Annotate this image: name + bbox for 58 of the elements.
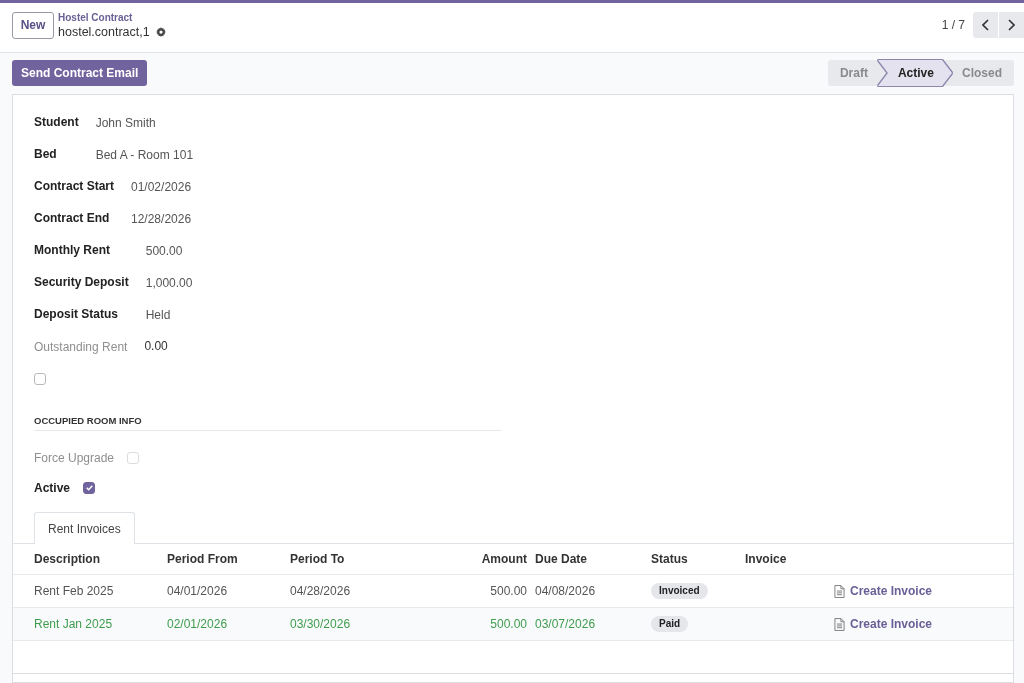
table-cell-text: Rent Jan 2025 xyxy=(34,617,114,631)
chevron-left-icon xyxy=(982,18,989,31)
field-label: Outstanding Rent xyxy=(34,340,128,354)
field-label: Bed xyxy=(34,146,58,161)
column-header[interactable]: Due Date xyxy=(527,552,651,566)
table-cell: 500.00 xyxy=(490,617,527,631)
field-label: Deposit Status xyxy=(34,306,119,321)
table-cell: 500.00 xyxy=(490,584,527,598)
field-label: Contract End xyxy=(34,210,111,225)
field-label: Contract Start xyxy=(34,178,114,193)
column-header[interactable]: Period From xyxy=(167,552,290,566)
gear-icon[interactable] xyxy=(155,27,166,37)
checkbox[interactable] xyxy=(83,482,96,494)
section-heading: OCCUPIED ROOM INFO xyxy=(34,415,501,431)
field-value[interactable]: John Smith xyxy=(95,116,194,130)
table-cell-text: 04/28/2026 xyxy=(290,584,352,598)
checkbox[interactable] xyxy=(34,373,46,385)
status-step[interactable]: Active xyxy=(877,60,952,86)
table-row[interactable]: Rent Jan 2025 02/01/2026 03/30/2026 500.00 03/07/2026 Paid Create Invoice xyxy=(13,608,1013,641)
column-header[interactable]: Invoice xyxy=(745,552,834,566)
field-label: Force Upgrade xyxy=(34,451,115,465)
table-cell-text: 04/08/2026 xyxy=(534,584,597,598)
field-value[interactable]: 01/02/2026 xyxy=(131,180,192,194)
checkmark-icon xyxy=(85,485,93,491)
table-cell-text: 03/30/2026 xyxy=(290,617,352,631)
create-invoice-link[interactable]: Create Invoice xyxy=(834,617,933,631)
table-cell-text: 03/07/2026 xyxy=(534,617,597,631)
column-header[interactable]: Status xyxy=(651,552,745,566)
notebook-tab[interactable]: Rent Invoices xyxy=(34,512,135,544)
field-value[interactable]: Held xyxy=(145,308,193,322)
field-label: Active xyxy=(34,481,71,495)
send-email-button[interactable]: Send Contract Email xyxy=(12,60,148,86)
chevron-right-icon xyxy=(1008,18,1015,31)
pager-counter[interactable]: 1 / 7 xyxy=(941,17,965,32)
column-header[interactable]: Amount xyxy=(481,552,527,566)
document-icon xyxy=(834,617,845,631)
record-title: hostel.contract,1 xyxy=(58,24,150,40)
status-badge: Paid xyxy=(651,616,689,632)
field-value[interactable]: 1,000.00 xyxy=(145,276,193,290)
field-label: Security Deposit xyxy=(34,274,129,289)
table-cell-text: 02/01/2026 xyxy=(167,617,229,631)
table-cell-text: Rent Feb 2025 xyxy=(34,584,115,598)
column-header[interactable]: Description xyxy=(34,552,167,566)
field-value: 0.00 xyxy=(144,339,168,353)
document-icon xyxy=(834,584,845,598)
previous-button[interactable] xyxy=(973,11,998,38)
field-label: Monthly Rent xyxy=(34,242,111,257)
status-badge: Invoiced xyxy=(651,583,708,599)
create-invoice-link[interactable]: Create Invoice xyxy=(834,584,933,598)
table-cell-text: 04/01/2026 xyxy=(167,584,229,598)
next-button[interactable] xyxy=(999,11,1024,38)
field-value[interactable]: 12/28/2026 xyxy=(131,212,192,226)
field-value[interactable]: Bed A - Room 101 xyxy=(95,148,194,162)
field-value[interactable]: 500.00 xyxy=(145,244,193,258)
breadcrumb-link[interactable]: Hostel Contract xyxy=(58,11,166,24)
column-header[interactable]: Period To xyxy=(290,552,440,566)
field-label: Student xyxy=(34,114,79,129)
new-button[interactable]: New xyxy=(12,11,54,39)
